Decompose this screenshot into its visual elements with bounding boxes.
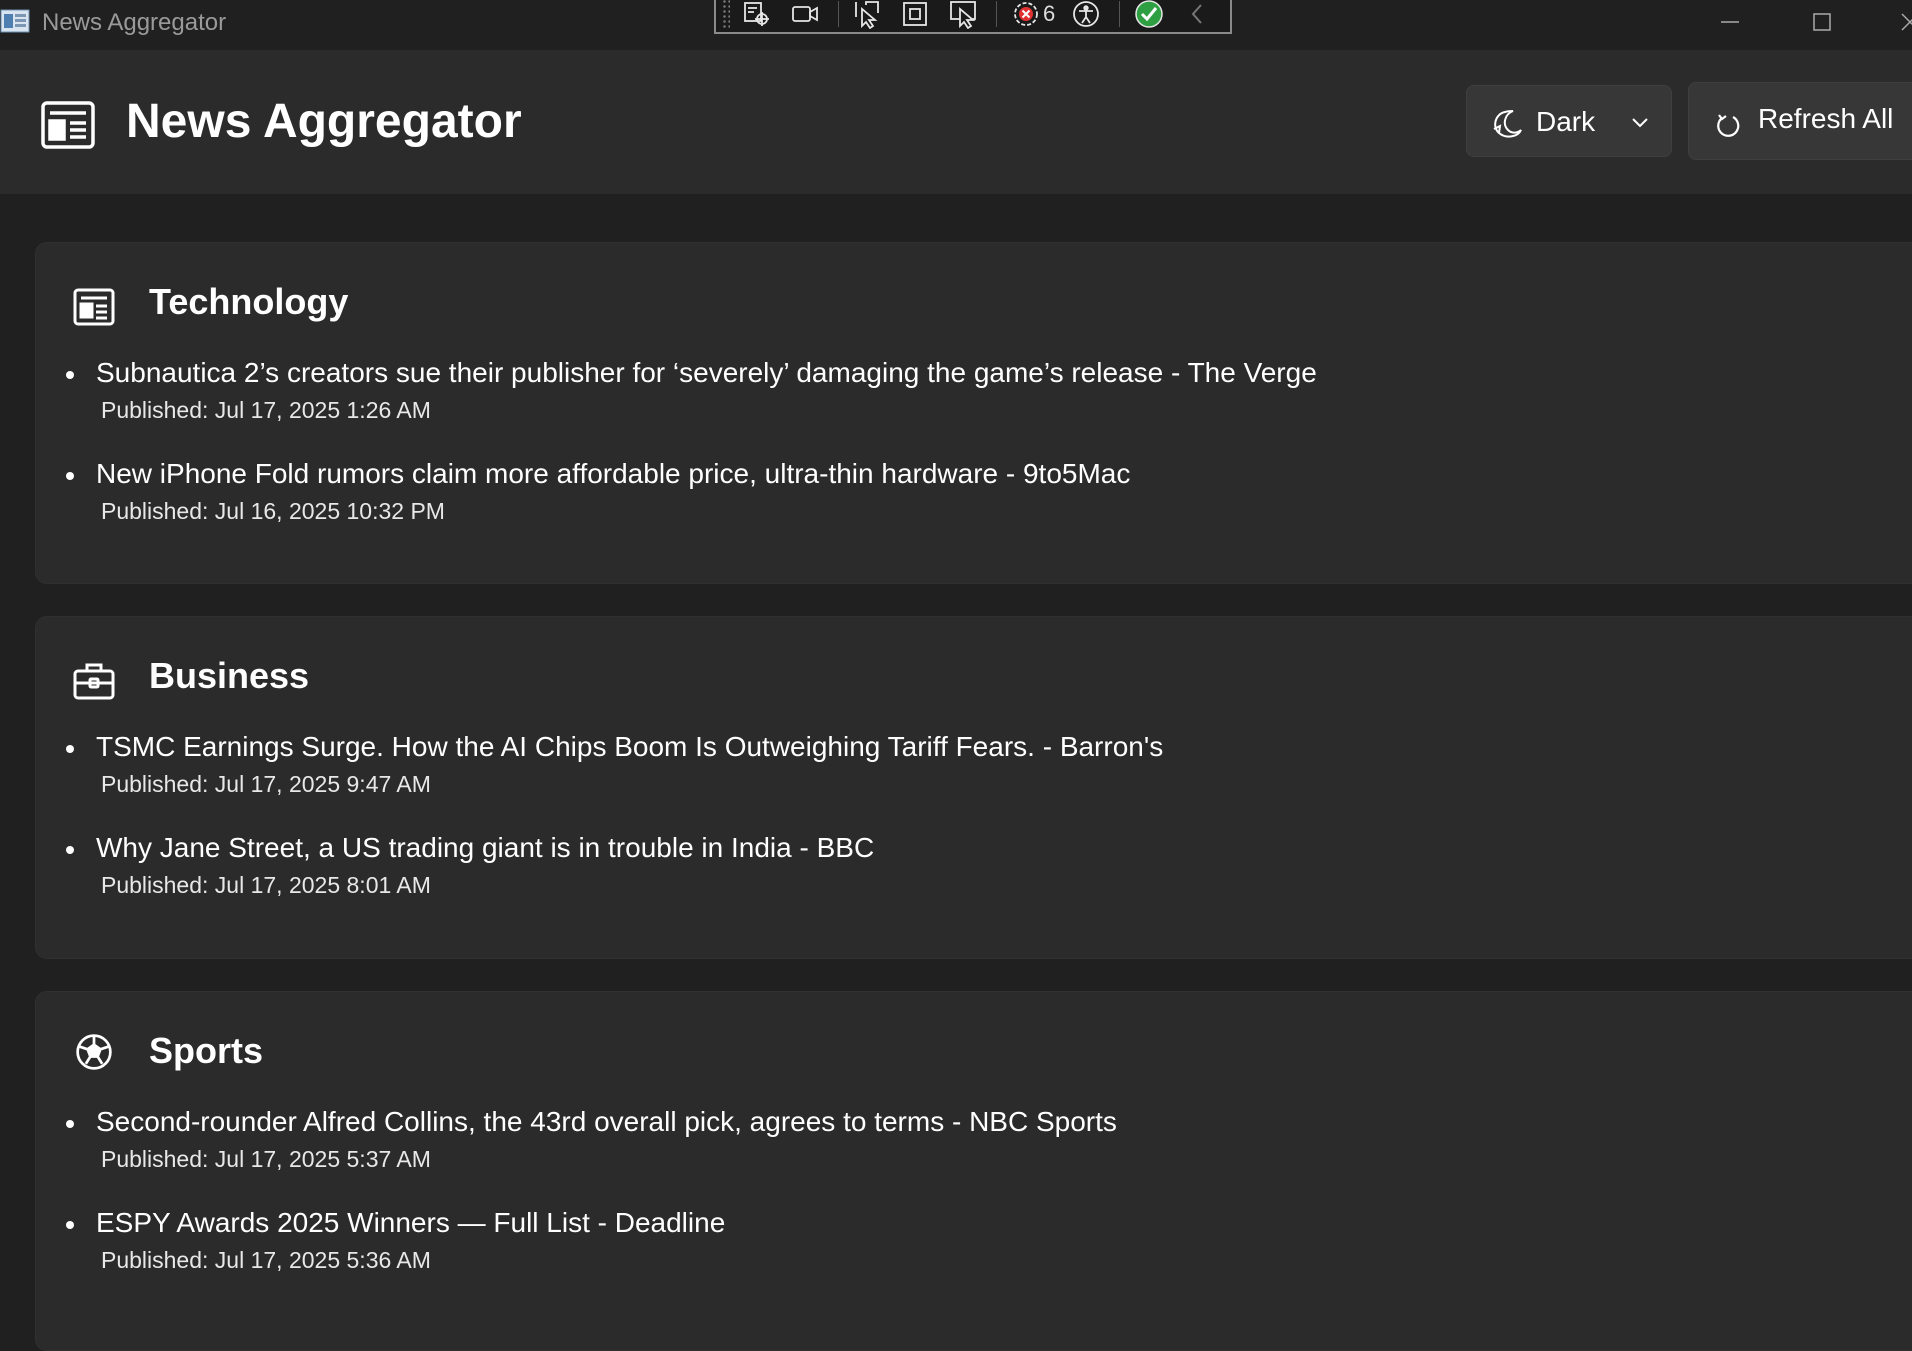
chevron-down-icon bbox=[1632, 118, 1648, 128]
app-icon bbox=[0, 9, 30, 33]
bullet bbox=[66, 1120, 74, 1128]
category-title: Technology bbox=[149, 281, 349, 322]
bullet bbox=[66, 846, 74, 854]
debug-toolbar: 6 bbox=[714, 0, 1232, 34]
article-headline[interactable]: TSMC Earnings Surge. How the AI Chips Bo… bbox=[96, 731, 1163, 763]
refresh-icon bbox=[1717, 114, 1740, 137]
check-success-icon[interactable] bbox=[1134, 0, 1164, 31]
article-published-date: Published: Jul 16, 2025 10:32 PM bbox=[101, 498, 445, 524]
category-card-sports: Sports Second-rounder Alfred Collins, th… bbox=[35, 991, 1912, 1351]
toolbar-separator bbox=[837, 1, 839, 27]
title-bar: News Aggregator 6 bbox=[0, 0, 1912, 50]
briefcase-icon bbox=[73, 663, 115, 700]
refresh-all-label: Refresh All bbox=[1758, 103, 1894, 134]
toolbar-separator bbox=[1119, 1, 1120, 27]
window-title: News Aggregator bbox=[42, 9, 227, 36]
category-title: Sports bbox=[149, 1030, 264, 1071]
article-headline[interactable]: Subnautica 2’s creators sue their publis… bbox=[96, 357, 1317, 389]
article-published-date: Published: Jul 17, 2025 1:26 AM bbox=[101, 397, 431, 423]
theme-dropdown[interactable]: Dark bbox=[1466, 85, 1672, 157]
binding-failures-icon[interactable] bbox=[1011, 0, 1041, 31]
bullet bbox=[66, 1221, 74, 1229]
bullet bbox=[66, 371, 74, 379]
newspaper-icon bbox=[73, 288, 115, 326]
collapse-toolbar-icon[interactable] bbox=[1182, 0, 1212, 31]
bullet bbox=[66, 472, 74, 480]
maximize-button[interactable] bbox=[1792, 0, 1852, 44]
article-headline[interactable]: Second-rounder Alfred Collins, the 43rd … bbox=[96, 1106, 1117, 1138]
page-title: News Aggregator bbox=[126, 95, 522, 148]
select-element-icon[interactable] bbox=[852, 0, 882, 31]
display-layout-adorners-icon[interactable] bbox=[900, 0, 930, 31]
newspaper-icon bbox=[41, 101, 95, 149]
category-title: Business bbox=[149, 655, 310, 696]
minimize-icon bbox=[1721, 21, 1739, 23]
bullet bbox=[66, 745, 74, 753]
live-visual-tree-icon[interactable] bbox=[742, 0, 772, 31]
article-published-date: Published: Jul 17, 2025 5:36 AM bbox=[101, 1247, 431, 1273]
refresh-all-button[interactable]: Refresh All bbox=[1688, 82, 1912, 160]
close-icon bbox=[1901, 13, 1912, 31]
close-button[interactable] bbox=[1880, 0, 1912, 44]
article-headline[interactable]: ESPY Awards 2025 Winners — Full List - D… bbox=[96, 1207, 725, 1239]
maximize-icon bbox=[1813, 13, 1831, 31]
toolbar-separator bbox=[996, 1, 997, 27]
soccer-ball-icon bbox=[76, 1034, 112, 1070]
article-headline[interactable]: New iPhone Fold rumors claim more afford… bbox=[96, 458, 1130, 490]
category-card-technology: Technology Subnautica 2’s creators sue t… bbox=[35, 242, 1912, 584]
minimize-button[interactable] bbox=[1700, 0, 1760, 44]
toolbar-grip[interactable] bbox=[722, 0, 730, 29]
theme-dropdown-value: Dark bbox=[1536, 106, 1596, 137]
article-published-date: Published: Jul 17, 2025 9:47 AM bbox=[101, 771, 431, 797]
moon-icon bbox=[1493, 110, 1522, 138]
category-card-business: Business TSMC Earnings Surge. How the AI… bbox=[35, 616, 1912, 959]
app-header: News Aggregator Dark Refresh All bbox=[0, 50, 1912, 194]
track-focused-element-icon[interactable] bbox=[948, 0, 978, 31]
article-published-date: Published: Jul 17, 2025 8:01 AM bbox=[101, 872, 431, 898]
binding-failures-count: 6 bbox=[1043, 1, 1056, 26]
record-video-icon[interactable] bbox=[790, 0, 820, 31]
article-headline[interactable]: Why Jane Street, a US trading giant is i… bbox=[96, 832, 874, 864]
article-published-date: Published: Jul 17, 2025 5:37 AM bbox=[101, 1146, 431, 1172]
accessibility-icon[interactable] bbox=[1071, 0, 1101, 31]
